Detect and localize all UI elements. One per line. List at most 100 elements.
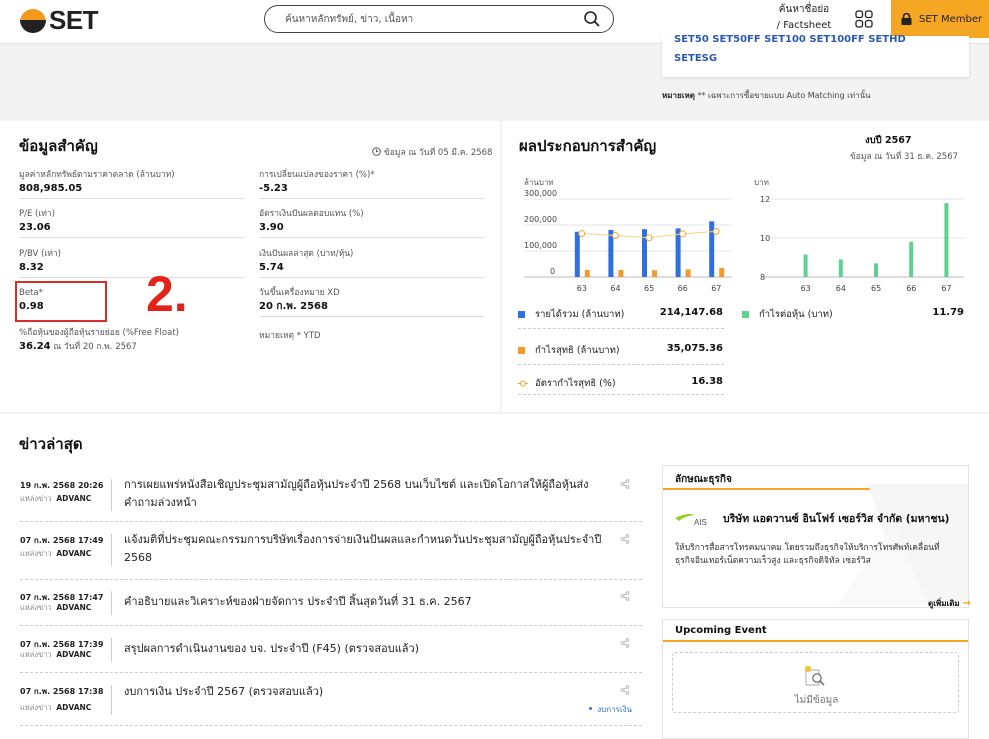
set-member-button[interactable]: SET Member <box>891 0 989 38</box>
x-tick-label: 67 <box>941 284 951 293</box>
legend-net-profit-label: กำไรสุทธิ (ล้านบาท) <box>535 345 620 356</box>
last-dividend-label: เงินปันผลล่าสุด (บาท/หุ้น) <box>259 249 354 259</box>
y-tick-label: 0 <box>550 267 555 276</box>
pbv-item: P/BV (เท่า) 8.32 <box>19 248 244 278</box>
news-title: ข่าวล่าสุด <box>19 435 83 453</box>
eps-bar <box>838 259 843 277</box>
key-data-title: ข้อมูลสำคัญ <box>19 137 98 155</box>
xd-date-label: วันขึ้นเครื่องหมาย XD <box>259 288 340 298</box>
net-margin-point <box>611 231 619 239</box>
dividend-yield-label: อัตราเงินปันผลตอบแทน (%) <box>259 209 364 219</box>
key-data-asof-text: ข้อมูล ณ วันที่ 05 มี.ค. 2568 <box>384 148 493 158</box>
pe-item: P/E (เท่า) 23.06 <box>19 208 244 238</box>
news-source: แหล่งข่าว ADVANC <box>20 703 92 712</box>
news-item[interactable]: 07 ก.พ. 2568 17:47 แหล่งข่าว ADVANC คำอธ… <box>20 591 642 626</box>
eps-bar <box>909 241 914 277</box>
net-margin-point <box>679 230 687 238</box>
share-icon[interactable] <box>620 685 630 695</box>
eps-bar <box>803 254 808 277</box>
ytd-remark-label: หมายเหตุ * YTD <box>259 331 321 341</box>
apps-grid-icon[interactable] <box>855 10 873 28</box>
dividend-yield-item: อัตราเงินปันผลตอบแทน (%) 3.90 <box>259 208 484 238</box>
share-icon[interactable] <box>620 591 630 601</box>
annotation-step-number: 2. <box>146 266 188 322</box>
y-tick-label: 100,000 <box>524 241 557 250</box>
search-input[interactable]: ค้นหาหลักทรัพย์, ข่าว, เนื้อหา <box>264 5 614 33</box>
free-float-label: %ถือหุ้นของผู้ถือหุ้นรายย่อย (%Free Floa… <box>19 328 179 338</box>
index-list-cut[interactable]: SET50 SET50FF SET100 SET100FF SETHD <box>674 34 959 42</box>
legend-revenue: รายได้รวม (ล้านบาท) <box>518 307 624 322</box>
news-item[interactable]: 07 ก.พ. 2568 17:38 แหล่งข่าว ADVANC งบกา… <box>20 683 642 726</box>
ais-logo: AIS <box>675 513 707 526</box>
search-icon[interactable] <box>583 10 601 28</box>
set-logo[interactable]: SET <box>18 5 99 35</box>
xd-date-item: วันขึ้นเครื่องหมาย XD 20 ก.พ. 2568 <box>259 287 484 317</box>
company-row: AIS บริษัท แอดวานซ์ อินโฟร์ เซอร์วิส จำก… <box>675 510 949 527</box>
y-tick-label: 8 <box>760 273 765 282</box>
news-headline[interactable]: แจ้งมติที่ประชุมคณะกรรมการบริษัทเรื่องกา… <box>124 531 604 567</box>
news-date: 07 ก.พ. 2568 17:38 <box>20 687 104 696</box>
pbv-label: P/BV (เท่า) <box>19 249 61 259</box>
net-profit-bar <box>584 269 590 277</box>
news-headline[interactable]: การเผยแพร่หนังสือเชิญประชุมสามัญผู้ถือหุ… <box>124 476 604 512</box>
net-margin-point <box>578 230 586 238</box>
lock-icon <box>901 13 912 25</box>
free-float-value-row: 36.24 ณ วันที่ 20 ก.พ. 2567 <box>19 340 244 354</box>
y-tick-label: 10 <box>760 234 770 243</box>
market-cap-label: มูลค่าหลักทรัพย์ตามราคาตลาด (ล้านบาท) <box>19 170 175 180</box>
legend-net-profit: กำไรสุทธิ (ล้านบาท) <box>518 343 620 358</box>
legend-net-margin-swatch <box>518 380 528 387</box>
eps-bar <box>944 203 949 277</box>
financial-statement-tag[interactable]: งบการเงิน <box>589 703 632 716</box>
revenue-bar <box>574 231 580 277</box>
news-headline[interactable]: งบการเงิน ประจำปี 2567 (ตรวจสอบแล้ว) <box>124 683 604 701</box>
net-profit-bar <box>618 269 624 277</box>
price-change-item: การเปลี่ยนแปลงของราคา (%)* -5.23 <box>259 169 484 199</box>
factsheet-line2: / Factsheet <box>776 20 832 31</box>
empty-event-box: ไม่มีข้อมูล <box>672 652 959 713</box>
legend-divider <box>518 364 724 365</box>
news-item[interactable]: 07 ก.พ. 2568 17:39 แหล่งข่าว ADVANC สรุป… <box>20 638 642 673</box>
set-member-label: SET Member <box>919 13 983 25</box>
news-item[interactable]: 19 ก.พ. 2568 20:26 แหล่งข่าว ADVANC การเ… <box>20 476 642 522</box>
free-float-note: ณ วันที่ 20 ก.พ. 2567 <box>50 342 137 352</box>
upcoming-event-title: Upcoming Event <box>663 620 968 642</box>
share-icon[interactable] <box>620 638 630 648</box>
x-tick-label: 66 <box>678 284 688 293</box>
y-tick-label: 300,000 <box>524 189 557 198</box>
net-margin-point <box>712 227 720 235</box>
clock-icon <box>372 147 381 156</box>
performance-chart: ล้านบาท 300,000 200,000 100,000 0 63 64 65 66 67 บ… <box>524 178 964 293</box>
x-tick-label: 64 <box>610 284 620 293</box>
x-tick-label: 63 <box>801 284 811 293</box>
net-profit-bar <box>719 267 725 277</box>
right-axis-unit: บาท <box>754 178 769 187</box>
beta-highlight-box <box>15 281 107 322</box>
share-icon[interactable] <box>620 534 630 544</box>
x-tick-label: 63 <box>577 284 587 293</box>
news-headline[interactable]: สรุปผลการดำเนินงานของ บจ. ประจำปี (F45) … <box>124 640 604 658</box>
free-float-value: 36.24 <box>19 341 51 352</box>
pe-label: P/E (เท่า) <box>19 209 55 219</box>
legend-net-profit-swatch <box>518 347 525 354</box>
price-change-value: -5.23 <box>259 183 288 194</box>
x-tick-label: 65 <box>644 284 654 293</box>
index-link-setesg[interactable]: SETESG <box>674 53 717 64</box>
x-tick-label: 67 <box>711 284 721 293</box>
net-profit-bar <box>685 269 691 277</box>
y-tick-label: 12 <box>760 195 770 204</box>
last-dividend-value: 5.74 <box>259 262 284 273</box>
company-name[interactable]: บริษัท แอดวานซ์ อินโฟร์ เซอร์วิส จำกัด (… <box>723 510 949 527</box>
see-more-link[interactable]: ดูเพิ่มเติม → <box>928 597 971 610</box>
news-source: แหล่งข่าว ADVANC <box>20 494 92 503</box>
business-card: ลักษณะธุรกิจ AIS บริษัท แอดวานซ์ อินโฟร์… <box>662 465 969 608</box>
factsheet-link[interactable]: ค้นหาชื่อย่อ / Factsheet <box>772 2 836 34</box>
index-membership-card: SET50 SET50FF SET100 SET100FF SETHD SETE… <box>662 34 969 77</box>
auto-matching-remark: หมายเหตุ ** เฉพาะการซื้อขายแบบ Auto Matc… <box>662 89 871 102</box>
legend-net-margin: อัตรากำไรสุทธิ (%) <box>518 376 616 391</box>
no-data-icon <box>804 665 825 686</box>
news-item[interactable]: 07 ก.พ. 2568 17:49 แหล่งข่าว ADVANC แจ้ง… <box>20 531 642 580</box>
share-icon[interactable] <box>620 479 630 489</box>
news-headline[interactable]: คำอธิบายและวิเคราะห์ของฝ่ายจัดการ ประจำป… <box>124 593 604 611</box>
dividend-yield-value: 3.90 <box>259 222 284 233</box>
